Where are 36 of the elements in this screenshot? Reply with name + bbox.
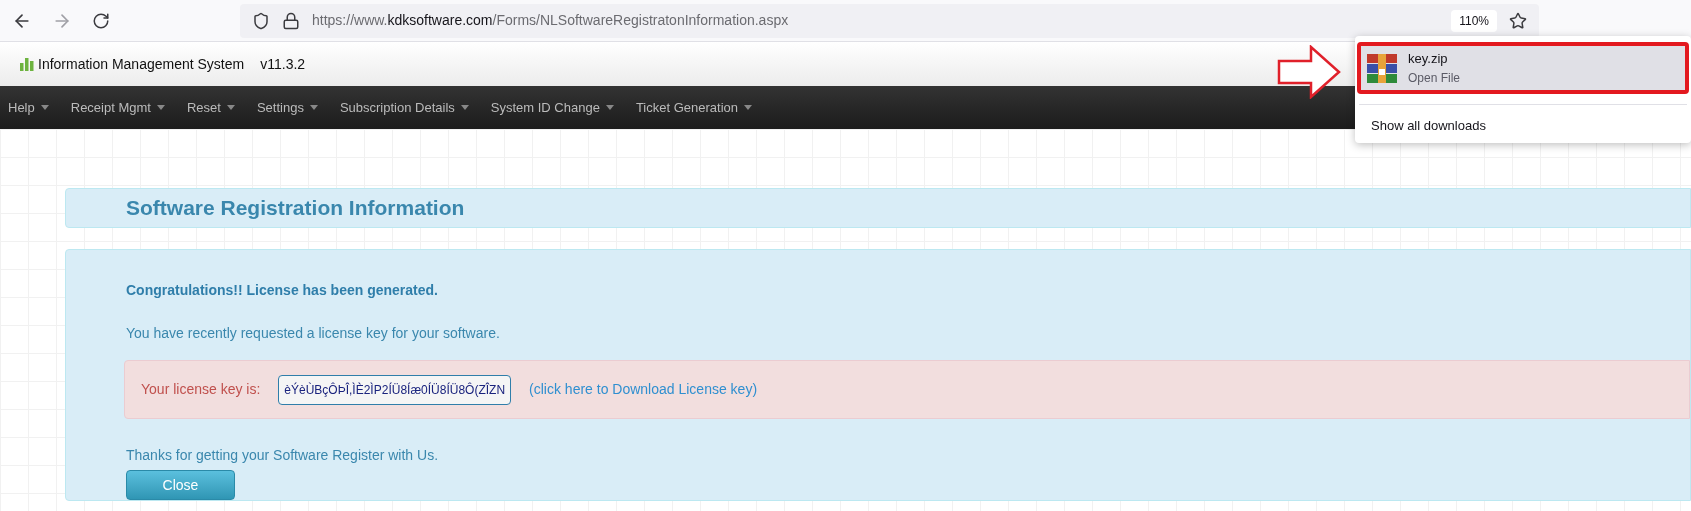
lock-icon	[282, 11, 300, 30]
archive-file-icon	[1366, 52, 1398, 84]
nav-menu-item[interactable]: Ticket Generation	[635, 97, 753, 118]
app-title: Information Management System	[38, 54, 245, 74]
success-message: Congratulations!! License has been generated.	[126, 281, 439, 300]
license-key-field[interactable]: èÝèÙBçÔÞÎ,ÌÈ2ÌP2ÍÜ8Íæ0ÍÜ8ÍÜ8Ô(ZÎZN	[278, 374, 512, 405]
caret-icon	[460, 105, 469, 110]
license-key-label: Your license key is:	[141, 380, 261, 400]
download-item[interactable]: key.zip Open File	[1357, 42, 1689, 94]
caret-icon	[744, 105, 753, 110]
download-filename: key.zip	[1408, 50, 1449, 69]
app-version: v11.3.2	[260, 54, 306, 74]
address-bar[interactable]: https://www.kdksoftware.com/Forms/NLSoftwareRegistratonInformation.aspx 110%	[240, 3, 1539, 38]
nav-menu-item[interactable]: Settings	[256, 97, 318, 118]
nav-menu-item[interactable]: System ID Change	[490, 97, 614, 118]
caret-icon	[309, 105, 318, 110]
url-text[interactable]: https://www.kdksoftware.com/Forms/NLSoftwareRegistratonInformation.aspx	[312, 10, 789, 31]
nav-menu-item[interactable]: Receipt Mgmt	[70, 97, 165, 118]
pointer-arrow-drawing	[1277, 45, 1341, 99]
reload-icon[interactable]	[92, 11, 110, 30]
caret-icon	[605, 105, 614, 110]
shield-icon[interactable]	[252, 11, 270, 30]
caret-icon	[226, 105, 235, 110]
caret-icon	[156, 105, 165, 110]
page-title: Software Registration Information	[126, 195, 465, 222]
nav-menu-item[interactable]: Help	[8, 97, 49, 118]
info-message: You have recently requested a license key for your software.	[126, 324, 501, 343]
thanks-message: Thanks for getting your Software Register with Us.	[126, 446, 440, 466]
bookmark-star-icon[interactable]	[1509, 11, 1527, 30]
show-all-downloads-link[interactable]: Show all downloads	[1371, 118, 1486, 133]
zoom-level[interactable]: 110%	[1451, 9, 1497, 32]
caret-icon	[40, 105, 49, 110]
nav-menu-item[interactable]: Subscription Details	[339, 97, 469, 118]
nav-menu-item[interactable]: Reset	[186, 97, 235, 118]
download-status: Open File	[1408, 69, 1461, 87]
bar-chart-icon	[20, 57, 34, 71]
